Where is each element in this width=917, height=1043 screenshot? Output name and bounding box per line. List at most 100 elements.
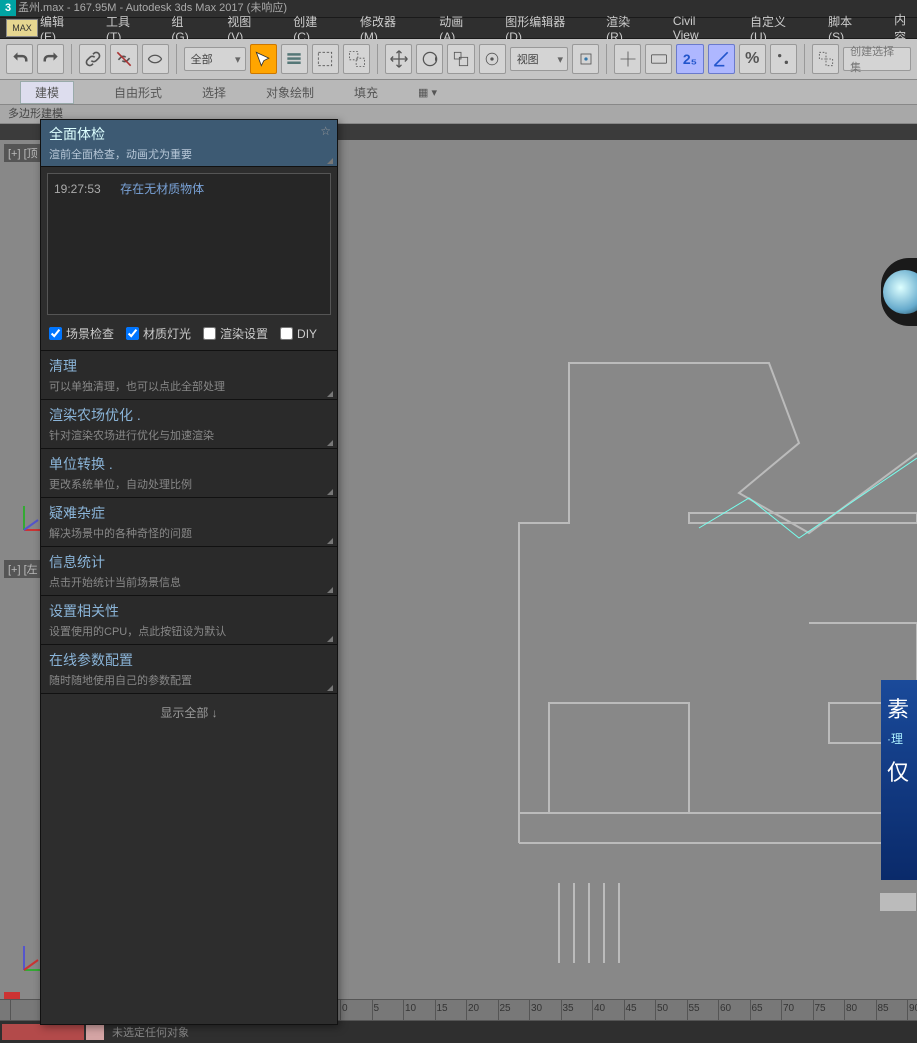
section-sub: 随时随地使用自己的参数配置 [49, 672, 329, 688]
promo-line2: ·理 [887, 730, 911, 747]
check-diy[interactable]: DIY [280, 327, 317, 341]
separator [176, 44, 177, 74]
coord-system-combo[interactable]: 视图 [510, 47, 568, 71]
panel-subtitle: 渲前全面检查，动画尤为重要 [49, 146, 329, 162]
ribbon-tab-populate[interactable]: 填充 [354, 84, 378, 101]
ruler-tick-label: 20 [468, 1003, 479, 1014]
app-badge: 3 [0, 0, 16, 16]
expand-icon [327, 538, 333, 544]
promo-sidebar[interactable]: 素 ·理 仅 [881, 680, 917, 880]
section-sub: 解决场景中的各种奇怪的问题 [49, 525, 329, 541]
log-output: 19:27:53 存在无材质物体 [47, 173, 331, 315]
check-diy-box[interactable] [280, 327, 293, 340]
keyboard-button[interactable] [645, 44, 672, 74]
section-sub: 更改系统单位，自动处理比例 [49, 476, 329, 492]
assistant-avatar[interactable] [881, 258, 917, 326]
angle-snap-button[interactable] [708, 44, 735, 74]
section-troubleshoot[interactable]: 疑难杂症 解决场景中的各种奇怪的问题 [41, 498, 337, 547]
show-all-button[interactable]: 显示全部 ↓ [41, 694, 337, 731]
expand-icon [327, 587, 333, 593]
log-message: 存在无材质物体 [120, 182, 204, 196]
manipulate-button[interactable] [614, 44, 641, 74]
ruler-tick-label: 60 [720, 1003, 731, 1014]
check-material-box[interactable] [126, 327, 139, 340]
check-scene-box[interactable] [49, 327, 62, 340]
section-renderfarm[interactable]: 渲染农场优化 . 针对渲染农场进行优化与加速渲染 [41, 400, 337, 449]
pivot-button[interactable] [572, 44, 599, 74]
section-stats[interactable]: 信息统计 点击开始统计当前场景信息 [41, 547, 337, 596]
status-text: 未选定任何对象 [112, 1024, 189, 1040]
select-name-button[interactable] [281, 44, 308, 74]
select-window-button[interactable] [343, 44, 370, 74]
ruler-tick-label: 90 [909, 1003, 917, 1014]
ribbon-tabs: 建模 自由形式 选择 对象绘制 填充 ▦ ▾ [0, 80, 917, 105]
ribbon-tab-objectpaint[interactable]: 对象绘制 [266, 84, 314, 101]
resize-handle-icon[interactable] [327, 158, 333, 164]
log-section: 19:27:53 存在无材质物体 场景检查 材质灯光 渲染设置 DIY [41, 173, 337, 351]
ruler-tick-label: 55 [689, 1003, 700, 1014]
separator [606, 44, 607, 74]
named-selection-input[interactable]: 创建选择集 [843, 47, 911, 71]
ruler-tick-label: 0 [342, 1003, 348, 1014]
status-swatch-red[interactable] [2, 1024, 84, 1040]
ruler-tick-label: 70 [783, 1003, 794, 1014]
section-title: 清理 [49, 356, 329, 376]
workspace-mode-button[interactable]: MAX [6, 19, 38, 37]
expand-icon [327, 391, 333, 397]
avatar-icon [883, 270, 917, 314]
log-time: 19:27:53 [54, 182, 101, 196]
viewport-label-top[interactable]: [+] [顶 [4, 144, 42, 162]
status-swatch-pink[interactable] [86, 1024, 104, 1040]
ribbon-tab-selection[interactable]: 选择 [202, 84, 226, 101]
select-rect-button[interactable] [312, 44, 339, 74]
section-clean[interactable]: 清理 可以单独清理，也可以点此全部处理 [41, 351, 337, 400]
named-sel-edit-button[interactable] [812, 44, 839, 74]
check-row: 场景检查 材质灯光 渲染设置 DIY [41, 321, 337, 350]
section-sub: 可以单独清理，也可以点此全部处理 [49, 378, 329, 394]
section-online[interactable]: 在线参数配置 随时随地使用自己的参数配置 [41, 645, 337, 694]
ribbon-dropdown[interactable]: ▦ ▾ [418, 86, 437, 99]
expand-icon [327, 440, 333, 446]
redo-button[interactable] [37, 44, 64, 74]
percent-snap-button[interactable]: % [739, 44, 766, 74]
undo-button[interactable] [6, 44, 33, 74]
section-sub: 针对渲染农场进行优化与加速渲染 [49, 427, 329, 443]
favorite-icon[interactable]: ☆ [320, 124, 331, 138]
ruler-tick-label: 15 [437, 1003, 448, 1014]
check-scene[interactable]: 场景检查 [49, 325, 114, 342]
ruler-tick-label: 5 [374, 1003, 380, 1014]
section-title: 设置相关性 [49, 601, 329, 621]
spinner-snap-button[interactable] [770, 44, 797, 74]
bind-button[interactable] [142, 44, 169, 74]
rotate-button[interactable] [416, 44, 443, 74]
check-render[interactable]: 渲染设置 [203, 325, 268, 342]
section-title: 单位转换 . [49, 454, 329, 474]
section-title: 在线参数配置 [49, 650, 329, 670]
menu-civil[interactable]: Civil View [673, 14, 722, 42]
move-button[interactable] [385, 44, 412, 74]
expand-icon [327, 685, 333, 691]
ribbon-tab-freeform[interactable]: 自由形式 [114, 84, 162, 101]
check-render-box[interactable] [203, 327, 216, 340]
check-render-label: 渲染设置 [220, 325, 268, 342]
section-units[interactable]: 单位转换 . 更改系统单位，自动处理比例 [41, 449, 337, 498]
ribbon-tab-modeling[interactable]: 建模 [20, 81, 74, 104]
promo-line3: 仅 [887, 755, 911, 787]
panel-header[interactable]: 全面体检 渲前全面检查，动画尤为重要 ☆ [41, 120, 337, 167]
scene-check-panel: 全面体检 渲前全面检查，动画尤为重要 ☆ 19:27:53 存在无材质物体 场景… [40, 119, 338, 1025]
select-object-button[interactable] [250, 44, 277, 74]
link-button[interactable] [79, 44, 106, 74]
selection-filter-combo[interactable]: 全部 [184, 47, 246, 71]
section-title: 信息统计 [49, 552, 329, 572]
placement-button[interactable] [479, 44, 506, 74]
section-settings[interactable]: 设置相关性 设置使用的CPU，点此按钮设为默认 [41, 596, 337, 645]
check-material-label: 材质灯光 [143, 325, 191, 342]
scrollbar-stub[interactable] [879, 892, 917, 912]
unlink-button[interactable] [110, 44, 137, 74]
check-material[interactable]: 材质灯光 [126, 325, 191, 342]
ruler-tick-label: 75 [815, 1003, 826, 1014]
scale-button[interactable] [447, 44, 474, 74]
viewport-label-left[interactable]: [+] [左 [4, 560, 42, 578]
snap-2-button[interactable]: 2₅ [676, 44, 703, 74]
ruler-tick-label: 85 [878, 1003, 889, 1014]
